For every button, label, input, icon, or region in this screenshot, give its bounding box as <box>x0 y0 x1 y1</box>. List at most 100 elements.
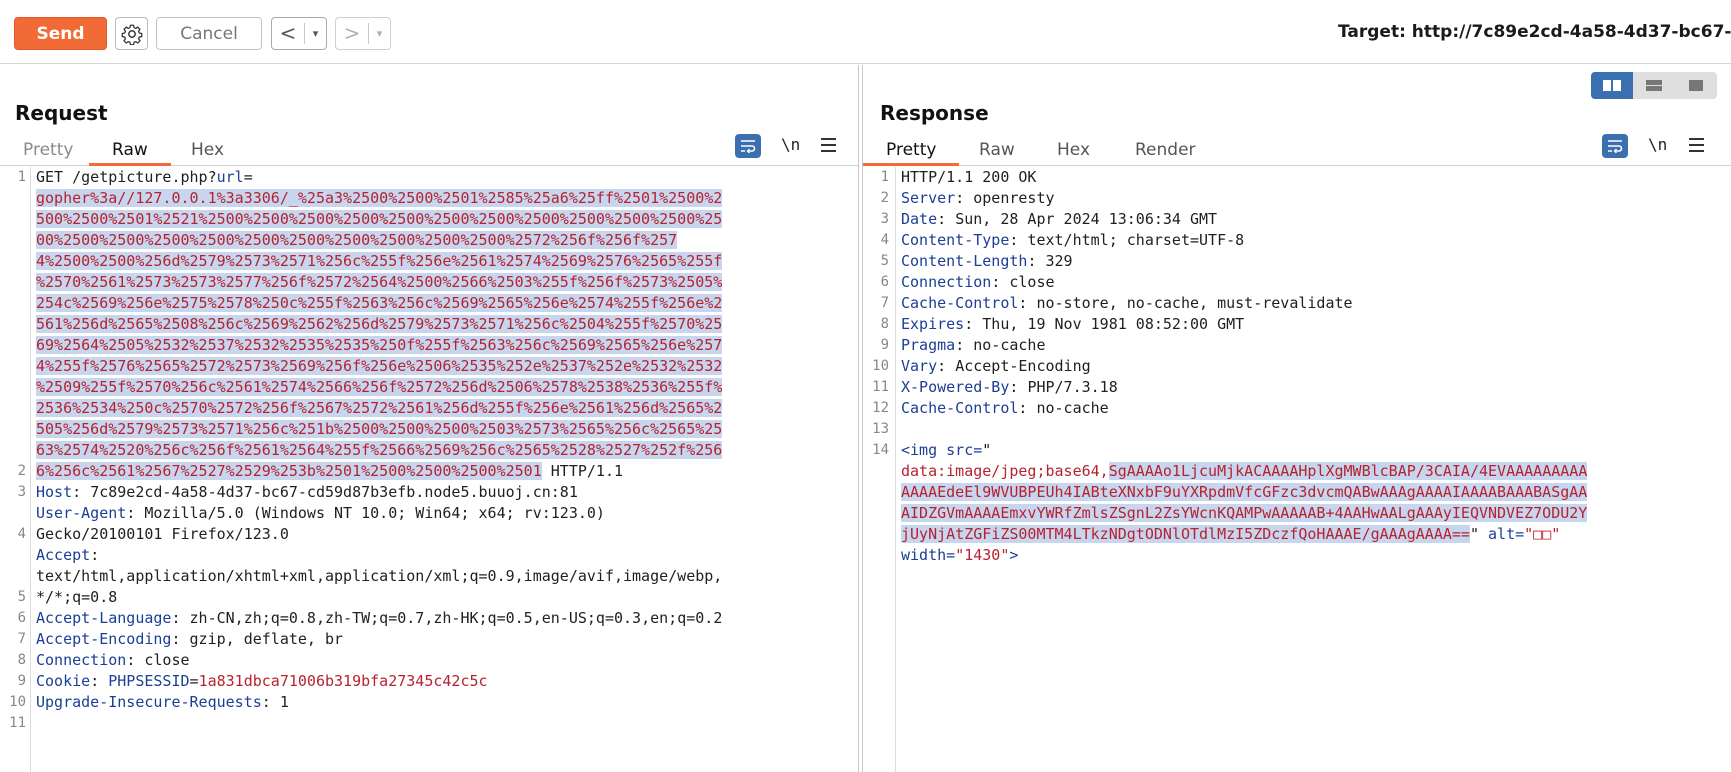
url-line: 505%256d%2579%2573%2571%256c%251b%2500%2… <box>36 419 723 440</box>
header-value: 1 <box>279 693 289 711</box>
url-segment: 500%2500%2501%2521%2500%2500%2500%2500%2… <box>36 210 723 228</box>
quote: " <box>982 441 992 459</box>
header-value: 329 <box>1045 252 1073 270</box>
line-number: 7 <box>17 631 26 647</box>
tab-raw[interactable]: Raw <box>89 137 171 166</box>
request-pane: Request Pretty Raw Hex \n 1 2 3 4 5 6 7 … <box>0 65 859 772</box>
response-menu-button[interactable] <box>1689 134 1707 156</box>
send-button[interactable]: Send <box>14 17 107 50</box>
header-name: Accept <box>36 546 91 564</box>
header-row: Accept-Encoding: gzip, deflate, br <box>36 630 344 648</box>
header-row: Date: Sun, 28 Apr 2024 13:06:34 GMT <box>901 210 1218 228</box>
url-line: %2570%2561%2573%2573%2577%256f%2572%2564… <box>36 272 723 293</box>
line-number: 7 <box>880 295 889 311</box>
wrap-lines-icon <box>1608 140 1623 153</box>
header-row: Server: openresty <box>901 189 1055 207</box>
split-rows-icon <box>1646 80 1662 91</box>
img-tag-open: <img <box>901 441 938 459</box>
header-value: close <box>144 651 190 669</box>
width-attr: width= <box>901 546 956 564</box>
html-line: width="1430"> <box>901 545 1018 566</box>
tab-render[interactable]: Render <box>1112 137 1219 166</box>
request-editor[interactable]: 1 2 3 4 5 6 7 8 9 10 11 GET /getpicture.… <box>0 167 858 772</box>
header-name: Accept-Language <box>36 609 172 627</box>
target-url[interactable]: Target: http://7c89e2cd-4a58-4d37-bc67-c… <box>1338 22 1731 42</box>
header-value: zh-CN,zh;q=0.8,zh-TW;q=0.7,zh-HK;q=0.5,e… <box>189 609 723 627</box>
wrap-lines-button[interactable] <box>1602 134 1628 158</box>
tab-raw[interactable]: Raw <box>956 137 1038 166</box>
line-number: 8 <box>17 652 26 668</box>
line-number: 1 <box>17 169 26 185</box>
single-pane-icon <box>1689 80 1703 91</box>
header-value: Mozilla/5.0 (Windows NT 10.0; Win64; x64… <box>144 504 605 522</box>
header-name: Server <box>901 189 956 207</box>
header-name: Date <box>901 210 938 228</box>
line-number: 5 <box>17 589 26 605</box>
url-segment: 6%256c%2561%2567%2527%2529%253b%2501%250… <box>36 462 542 480</box>
line-number: 3 <box>880 211 889 227</box>
header-row: User-Agent: Mozilla/5.0 (Windows NT 10.0… <box>36 504 605 522</box>
header-value: gzip, deflate, br <box>189 630 344 648</box>
wrap-lines-button[interactable] <box>735 134 761 158</box>
response-editor[interactable]: 1 2 3 4 5 6 7 8 9 10 11 12 13 14 HTTP/1.… <box>863 167 1731 772</box>
layout-split-rows[interactable] <box>1633 72 1675 99</box>
request-tabs: Pretty Raw Hex <box>0 137 858 166</box>
query-param-name: url <box>216 168 244 186</box>
header-row: Pragma: no-cache <box>901 336 1046 354</box>
tab-hex[interactable]: Hex <box>1034 137 1113 166</box>
tab-pretty[interactable]: Pretty <box>863 137 960 166</box>
back-button[interactable]: < ▾ <box>271 17 327 50</box>
header-value: openresty <box>973 189 1055 207</box>
newline-toggle[interactable]: \n <box>1648 135 1667 154</box>
settings-button[interactable] <box>115 17 148 50</box>
header-value: no-cache <box>973 336 1046 354</box>
header-value: text/html; charset=UTF-8 <box>1027 231 1245 249</box>
url-segment: gopher%3a//127.0.0.1%3a3306/_%25a3%2500%… <box>36 189 723 207</box>
header-value: 7c89e2cd-4a58-4d37-bc67-cd59d87b3efb.nod… <box>90 483 578 501</box>
cancel-button[interactable]: Cancel <box>156 17 262 50</box>
http-version: HTTP/1.1 <box>541 462 624 480</box>
header-row: X-Powered-By: PHP/7.3.18 <box>901 378 1118 396</box>
data-uri-prefix: data:image/jpeg;base64, <box>901 462 1109 480</box>
request-title: Request <box>15 101 108 125</box>
url-segment: 4%2500%2500%256d%2579%2573%2571%256c%255… <box>36 252 723 270</box>
url-segment: %2509%255f%2570%256c%2561%2574%2566%256f… <box>36 378 723 396</box>
line-number: 5 <box>880 253 889 269</box>
header-row: Accept: <box>36 546 100 564</box>
url-segment: 561%256d%2565%2508%256c%2569%2562%256d%2… <box>36 315 723 333</box>
url-segment: 4%255f%2576%2565%2572%2573%2569%256f%256… <box>36 357 723 375</box>
header-value: Accept-Encoding <box>955 357 1091 375</box>
menu-line <box>1689 150 1704 152</box>
url-segment: 254c%2569%256e%2575%2578%250c%255f%2563%… <box>36 294 723 312</box>
request-menu-button[interactable] <box>821 134 839 156</box>
header-row: Vary: Accept-Encoding <box>901 357 1091 375</box>
layout-split-columns[interactable] <box>1591 72 1633 99</box>
header-name: Vary <box>901 357 938 375</box>
base64-line: data:image/jpeg;base64,SgAAAAo1LjcuMjkAC… <box>901 461 1588 482</box>
alt-value: "□□" <box>1524 525 1561 543</box>
header-row-cont: text/html,application/xhtml+xml,applicat… <box>36 566 722 587</box>
url-line: %2509%255f%2570%256c%2561%2574%2566%256f… <box>36 377 723 398</box>
split-columns-icon <box>1603 80 1621 91</box>
url-segment: 2536%2534%250c%2570%2572%256f%2567%2572%… <box>36 399 723 417</box>
status-line: HTTP/1.1 200 OK <box>901 167 1036 188</box>
newline-toggle[interactable]: \n <box>781 135 800 154</box>
cookie-name: PHPSESSID <box>108 672 190 690</box>
header-row: Connection: close <box>36 651 190 669</box>
header-value: */*;q=0.8 <box>36 588 118 606</box>
header-value: Thu, 19 Nov 1981 08:52:00 GMT <box>982 315 1245 333</box>
chevron-down-icon[interactable]: ▾ <box>305 18 326 49</box>
chevron-down-icon[interactable]: ▾ <box>369 18 390 49</box>
header-row: Content-Length: 329 <box>901 252 1073 270</box>
header-name: Content-Type <box>901 231 1010 249</box>
tab-hex[interactable]: Hex <box>168 137 247 166</box>
url-line: 4%255f%2576%2565%2572%2573%2569%256f%256… <box>36 356 723 377</box>
header-name: Upgrade-Insecure-Requests <box>36 693 262 711</box>
header-name: Expires <box>901 315 965 333</box>
menu-line <box>821 144 836 146</box>
header-value: PHP/7.3.18 <box>1027 378 1118 396</box>
header-row: Cookie: PHPSESSID=1a831dbca71006b319bfa2… <box>36 672 488 690</box>
forward-button[interactable]: > ▾ <box>335 17 391 50</box>
layout-single[interactable] <box>1675 72 1717 99</box>
tab-pretty[interactable]: Pretty <box>0 137 96 166</box>
